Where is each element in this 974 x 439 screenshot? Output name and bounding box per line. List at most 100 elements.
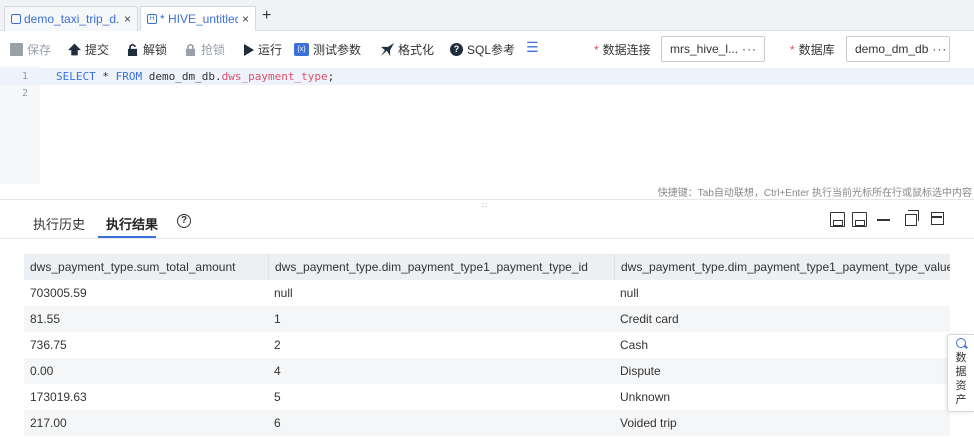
line-number: 1 bbox=[21, 71, 28, 82]
hive-script-icon: H bbox=[147, 13, 157, 24]
data-connection-label: * 数据连接 bbox=[594, 41, 651, 58]
table-row[interactable]: 736.75 2 Cash bbox=[24, 332, 950, 358]
table-row[interactable]: 703005.59 null null bbox=[24, 280, 950, 306]
divider bbox=[0, 238, 974, 239]
run-label: 运行 bbox=[258, 43, 283, 57]
more-menu-button[interactable]: ☰ bbox=[526, 39, 539, 56]
test-params-button[interactable]: {x} 测试参数 bbox=[294, 41, 361, 58]
close-icon[interactable]: × bbox=[242, 12, 249, 26]
table-cell: Unknown bbox=[620, 390, 671, 404]
data-assets-panel[interactable]: 数 据 资 产 bbox=[947, 334, 974, 412]
close-icon[interactable]: × bbox=[124, 12, 131, 26]
tab-execution-history[interactable]: 执行历史 bbox=[33, 214, 85, 233]
data-connection-select[interactable]: mrs_hive_l... ··· bbox=[661, 36, 765, 62]
more-icon: ··· bbox=[742, 42, 758, 56]
database-text: 数据库 bbox=[798, 43, 835, 57]
save-label: 保存 bbox=[27, 43, 52, 57]
editor-line[interactable]: 2 bbox=[0, 85, 974, 102]
sql-reference-button[interactable]: ? SQL参考 bbox=[450, 41, 515, 58]
table-cell: Voided trip bbox=[620, 416, 677, 430]
grab-lock-label: 抢锁 bbox=[201, 43, 226, 57]
unlock-icon bbox=[127, 43, 138, 56]
drag-handle-icon[interactable]: ∷ bbox=[482, 202, 488, 210]
run-button[interactable]: 运行 bbox=[244, 41, 282, 58]
unlock-label: 解锁 bbox=[143, 43, 168, 57]
table-cell: null bbox=[620, 286, 639, 300]
required-mark: * bbox=[594, 42, 599, 57]
required-mark: * bbox=[790, 42, 795, 57]
menu-icon: ☰ bbox=[526, 39, 539, 55]
variable-icon: {x} bbox=[294, 43, 309, 56]
table-cell: null bbox=[274, 286, 293, 300]
database-select[interactable]: demo_dm_db ··· bbox=[846, 36, 950, 62]
data-connection-value: mrs_hive_l... bbox=[670, 42, 739, 56]
shortcut-hint: 快捷键：Tab自动联想，Ctrl+Enter 执行当前光标所在行或鼠标选中内容 bbox=[657, 188, 972, 199]
help-icon[interactable]: ? bbox=[177, 214, 191, 228]
tab-execution-results[interactable]: 执行结果 bbox=[106, 214, 158, 233]
table-cell: 81.55 bbox=[30, 312, 61, 326]
save-icon bbox=[10, 43, 23, 56]
save-button[interactable]: 保存 bbox=[10, 41, 51, 58]
table-cell: 736.75 bbox=[30, 338, 67, 352]
format-button[interactable]: 格式化 bbox=[381, 41, 434, 58]
data-connection-text: 数据连接 bbox=[602, 43, 651, 57]
script-icon bbox=[11, 14, 21, 24]
table-cell: 0.00 bbox=[30, 364, 54, 378]
maximize-icon[interactable] bbox=[931, 212, 944, 225]
toolbar: 保存 提交 解锁 抢锁 运行 {x} 测试参数 格式化 ? SQL参考 ☰ * … bbox=[0, 31, 974, 66]
search-icon bbox=[956, 338, 966, 348]
tab-demo-taxi-trip[interactable]: demo_taxi_trip_d... × bbox=[4, 6, 138, 31]
panel-splitter[interactable] bbox=[0, 199, 974, 200]
table-row[interactable]: 217.00 6 Voided trip bbox=[24, 410, 950, 436]
restore-icon[interactable] bbox=[905, 210, 919, 226]
column-header[interactable]: dws_payment_type.dim_payment_type1_payme… bbox=[614, 254, 950, 280]
table-cell: 2 bbox=[274, 338, 281, 352]
save-result-icon[interactable] bbox=[830, 212, 845, 227]
table-row[interactable]: 173019.63 5 Unknown bbox=[24, 384, 950, 410]
editor-tab-bar: demo_taxi_trip_d... × H * HIVE_untitled … bbox=[0, 0, 974, 31]
table-cell: 217.00 bbox=[30, 416, 67, 430]
unlock-button[interactable]: 解锁 bbox=[126, 41, 167, 58]
more-icon: ··· bbox=[932, 42, 948, 56]
grab-lock-button[interactable]: 抢锁 bbox=[184, 41, 225, 58]
sql-reference-label: SQL参考 bbox=[467, 43, 516, 57]
side-panel-char: 产 bbox=[955, 394, 967, 406]
table-cell: 6 bbox=[274, 416, 281, 430]
table-cell: 703005.59 bbox=[30, 286, 87, 300]
table-row[interactable]: 81.55 1 Credit card bbox=[24, 306, 950, 332]
help-icon: ? bbox=[450, 43, 463, 56]
play-icon bbox=[244, 43, 254, 56]
lock-icon bbox=[185, 43, 196, 56]
table-cell: 173019.63 bbox=[30, 390, 87, 404]
line-number: 2 bbox=[21, 88, 28, 99]
submit-button[interactable]: 提交 bbox=[68, 41, 109, 58]
database-label: * 数据库 bbox=[790, 41, 835, 58]
magic-wand-icon bbox=[381, 43, 394, 56]
side-panel-char: 资 bbox=[955, 380, 967, 392]
table-cell: Dispute bbox=[620, 364, 661, 378]
add-tab-button[interactable]: + bbox=[262, 8, 271, 24]
table-header: dws_payment_type.sum_total_amount dws_pa… bbox=[24, 254, 950, 280]
table-cell: Cash bbox=[620, 338, 649, 352]
table-cell: Credit card bbox=[620, 312, 679, 326]
test-params-label: 测试参数 bbox=[313, 43, 362, 57]
column-header[interactable]: dws_payment_type.sum_total_amount bbox=[24, 254, 268, 280]
table-cell: 4 bbox=[274, 364, 281, 378]
tab-hive-untitled[interactable]: H * HIVE_untitled × bbox=[140, 6, 256, 31]
tab-label: demo_taxi_trip_d... bbox=[24, 12, 120, 26]
side-panel-char: 数 bbox=[955, 352, 967, 364]
code-text: SELECT * FROM demo_dm_db.dws_payment_typ… bbox=[56, 70, 335, 83]
database-value: demo_dm_db bbox=[855, 42, 929, 56]
sql-editor[interactable]: 1 SELECT * FROM demo_dm_db.dws_payment_t… bbox=[0, 66, 974, 184]
side-panel-char: 据 bbox=[955, 366, 967, 378]
minimize-icon[interactable] bbox=[877, 219, 890, 221]
column-header[interactable]: dws_payment_type.dim_payment_type1_payme… bbox=[268, 254, 614, 280]
table-row[interactable]: 0.00 4 Dispute bbox=[24, 358, 950, 384]
tab-label: * HIVE_untitled bbox=[160, 11, 238, 26]
editor-line[interactable]: 1 SELECT * FROM demo_dm_db.dws_payment_t… bbox=[0, 68, 974, 85]
table-cell: 1 bbox=[274, 312, 281, 326]
save-as-icon[interactable] bbox=[852, 212, 867, 227]
submit-icon bbox=[68, 43, 81, 56]
submit-label: 提交 bbox=[85, 43, 110, 57]
format-label: 格式化 bbox=[398, 43, 435, 57]
